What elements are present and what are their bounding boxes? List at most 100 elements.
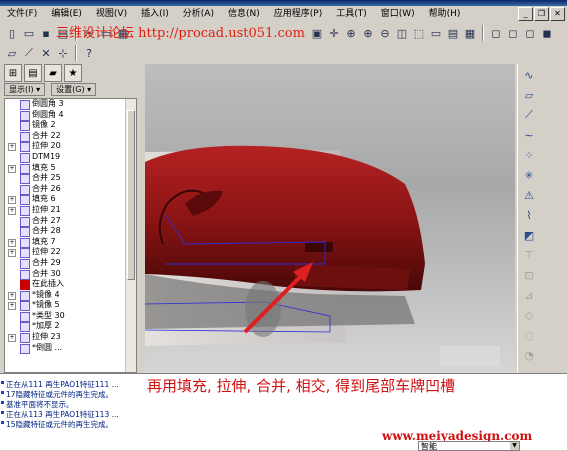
offset-tool-icon[interactable]: ◌ [520, 326, 538, 344]
expand-toggle-icon[interactable]: + [8, 164, 16, 173]
restore-icon[interactable]: ❐ [534, 7, 549, 21]
expand-toggle-icon[interactable]: + [8, 334, 16, 343]
zoom-in-icon[interactable]: ⊕ [360, 25, 376, 41]
shading-icon[interactable]: ◼ [539, 25, 555, 41]
tree-item[interactable]: 倒圆角 3 [5, 99, 136, 110]
orient-mode-icon[interactable]: ⊕ [343, 25, 359, 41]
menu-insert[interactable]: 插入(I) [134, 6, 176, 22]
tree-scroll-thumb[interactable] [127, 110, 135, 280]
tree-item[interactable]: 倒圆角 4 [5, 110, 136, 121]
new-file-icon[interactable]: ▯ [4, 25, 20, 41]
pattern-icon[interactable]: ⊤ [520, 246, 538, 264]
tutorial-caption: 再用填充, 拉伸, 合并, 相交, 得到尾部车牌凹槽 [147, 377, 456, 395]
folder-tab-icon[interactable]: ▰ [44, 64, 62, 82]
tree-item[interactable]: *倒圆 ... [5, 343, 136, 354]
expand-toggle-icon[interactable]: + [8, 206, 16, 215]
tree-item[interactable]: + 填充 7 [5, 237, 136, 248]
view-manager-icon[interactable]: ▦ [462, 25, 478, 41]
expand-toggle-icon[interactable]: + [8, 238, 16, 247]
tree-item[interactable]: 合并 30 [5, 269, 136, 280]
saved-views-icon[interactable]: ▭ [428, 25, 444, 41]
selection-filter-select[interactable]: 智能 ▼ [418, 441, 520, 451]
tree-item[interactable]: + 拉伸 23 [5, 332, 136, 344]
tree-item[interactable]: *加厚 2 [5, 321, 136, 333]
expand-toggle-icon[interactable]: + [8, 143, 16, 152]
zoom-out-icon[interactable]: ⊖ [377, 25, 393, 41]
menu-analysis[interactable]: 分析(A) [176, 6, 221, 22]
tree-item[interactable]: 合并 22 [5, 131, 136, 142]
tree-item[interactable]: + *镜像 4 [5, 290, 136, 301]
menu-applications[interactable]: 应用程序(P) [267, 6, 329, 22]
graphics-window[interactable] [145, 64, 515, 373]
tree-item[interactable]: 镜像 2 [5, 120, 136, 132]
trim-tool-icon[interactable]: ⊿ [520, 286, 538, 304]
tree-item[interactable]: + 拉伸 22 [5, 247, 136, 259]
tree-item-label: 倒圆角 3 [32, 99, 64, 108]
save-icon[interactable]: ▪ [38, 25, 54, 41]
wireframe-icon[interactable]: ◻ [488, 25, 504, 41]
minimize-icon[interactable]: _ [518, 7, 533, 21]
datum-plane-icon[interactable]: ▱ [4, 45, 20, 61]
show-dropdown[interactable]: 显示(I) ▾ [4, 83, 46, 96]
datum-point-icon[interactable]: ✕ [38, 45, 54, 61]
no-hidden-icon[interactable]: ◻ [522, 25, 538, 41]
reorient-icon[interactable]: ⬚ [411, 25, 427, 41]
context-help-icon[interactable]: ? [81, 45, 97, 61]
tree-item[interactable]: + 拉伸 20 [5, 141, 136, 153]
tree-item-label: *加厚 2 [32, 321, 60, 331]
expand-toggle-icon[interactable]: + [8, 291, 16, 300]
datum-axis-tool-icon[interactable]: ⟋ [520, 106, 538, 124]
spin-center-icon[interactable]: ✛ [326, 25, 342, 41]
menu-help[interactable]: 帮助(H) [422, 6, 468, 22]
mirror-tool-icon[interactable]: ⊡ [520, 266, 538, 284]
refit-icon[interactable]: ◫ [394, 25, 410, 41]
expand-toggle-icon[interactable]: + [8, 249, 16, 258]
tree-item[interactable]: 合并 27 [5, 216, 136, 227]
layers-icon[interactable]: ▤ [445, 25, 461, 41]
tree-item[interactable]: + 拉伸 21 [5, 205, 136, 216]
analysis-feature-icon[interactable]: ⚠ [520, 186, 538, 204]
menu-view[interactable]: 视图(V) [89, 6, 134, 22]
merge-tool-icon[interactable]: ◇ [520, 306, 538, 324]
menu-info[interactable]: 信息(N) [221, 6, 267, 22]
tree-item[interactable]: 合并 29 [5, 258, 136, 269]
csys-tool-icon[interactable]: ✳ [520, 166, 538, 184]
tree-item[interactable]: + 填充 5 [5, 163, 136, 174]
datum-plane-tool-icon[interactable]: ▱ [520, 86, 538, 104]
tree-item[interactable]: 在此插入 [5, 279, 136, 291]
favorites-tab-icon[interactable]: ★ [64, 64, 82, 82]
layer-tab-icon[interactable]: ▤ [24, 64, 42, 82]
datum-axis-icon[interactable]: ⟋ [21, 45, 37, 61]
settings-dropdown[interactable]: 设置(G) ▾ [51, 83, 97, 96]
extend-tool-icon[interactable]: ◔ [520, 346, 538, 364]
tree-scrollbar[interactable] [125, 99, 136, 372]
menu-file[interactable]: 文件(F) [0, 6, 44, 22]
sketch-icon[interactable]: ∿ [520, 66, 538, 84]
tree-item[interactable]: + 填充 6 [5, 194, 136, 206]
tree-item-label: 拉伸 21 [32, 204, 61, 214]
tree-item[interactable]: 合并 25 [5, 173, 136, 185]
tree-item-label: *镜像 5 [32, 300, 60, 310]
expand-toggle-icon[interactable]: + [8, 302, 16, 311]
menu-edit[interactable]: 编辑(E) [44, 6, 89, 22]
feature-icon [20, 174, 30, 185]
open-file-icon[interactable]: ▭ [21, 25, 37, 41]
tree-item[interactable]: 合并 26 [5, 184, 136, 195]
expand-toggle-icon[interactable]: + [8, 196, 16, 205]
insert-feature-icon[interactable]: ◩ [520, 226, 538, 244]
tree-item[interactable]: + *镜像 5 [5, 300, 136, 312]
model-tree-tab-icon[interactable]: ⊞ [4, 64, 22, 82]
panel-splitter[interactable] [137, 64, 145, 373]
tree-item[interactable]: *类型 30 [5, 311, 136, 322]
csys-icon[interactable]: ⊹ [55, 45, 71, 61]
menu-window[interactable]: 窗口(W) [374, 6, 422, 22]
close-icon[interactable]: ✕ [550, 7, 565, 21]
tree-item[interactable]: DTM19 [5, 152, 136, 163]
hidden-line-icon[interactable]: ◻ [505, 25, 521, 41]
sketched-curve-icon[interactable]: ⌇ [520, 206, 538, 224]
datum-curve-icon[interactable]: ∼ [520, 126, 538, 144]
repaint-icon[interactable]: ▣ [309, 25, 325, 41]
datum-point-tool-icon[interactable]: ⁘ [520, 146, 538, 164]
menu-tools[interactable]: 工具(T) [329, 6, 374, 22]
tree-item[interactable]: 合并 28 [5, 226, 136, 238]
